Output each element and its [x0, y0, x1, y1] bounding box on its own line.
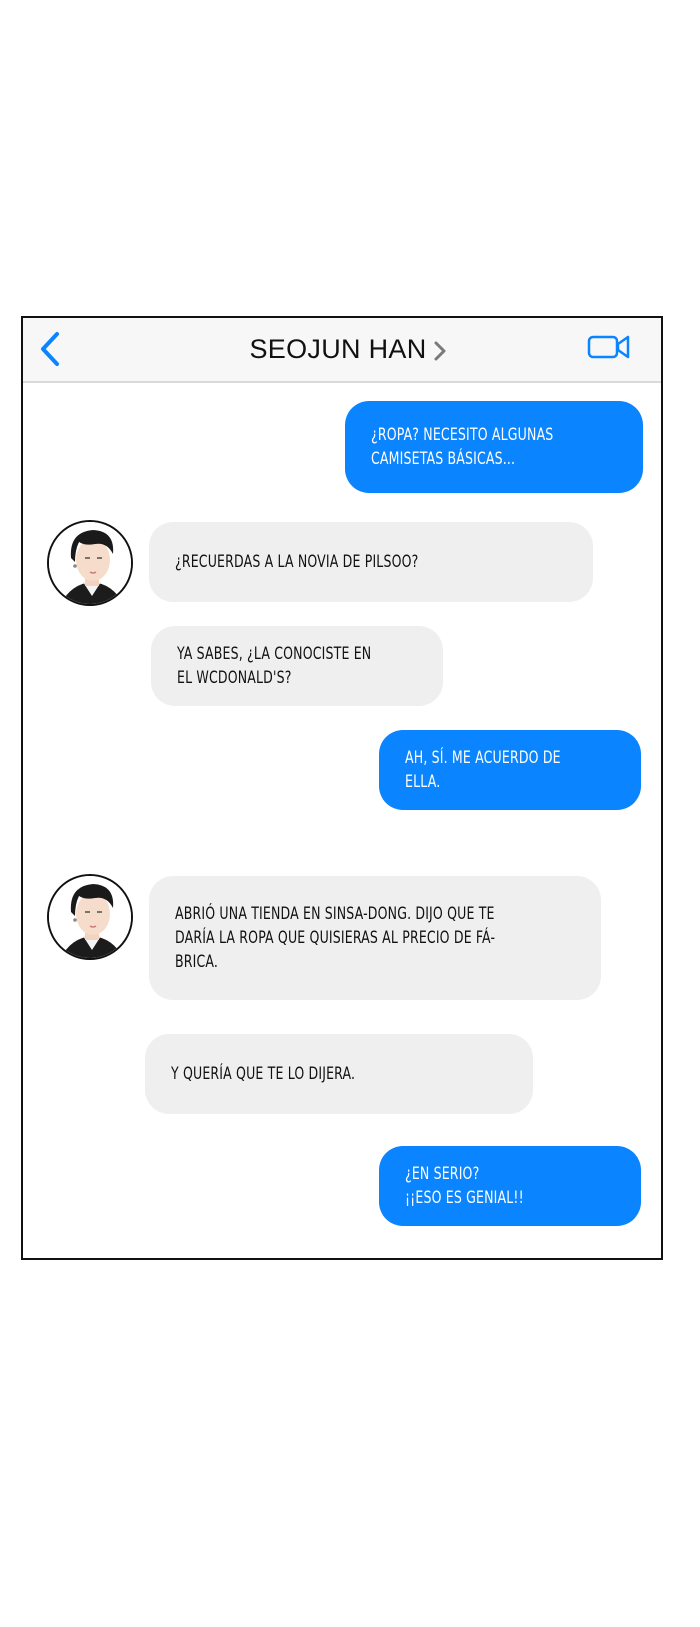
message-text: Y QUERÍA QUE TE LO DIJERA. — [171, 1064, 356, 1084]
chat-header: SEOJUN HAN — [23, 318, 661, 383]
video-camera-icon — [587, 335, 630, 359]
contact-avatar[interactable] — [47, 874, 133, 960]
message-text: ¿ROPA? NECESITO ALGUNAS CAMISETAS BÁSICA… — [371, 425, 554, 469]
received-message-bubble[interactable]: ¿RECUERDAS A LA NOVIA DE PILSOO? — [149, 522, 593, 602]
message-text: ABRIÓ UNA TIENDA EN SINSA-DONG. DIJO QUE… — [175, 904, 496, 972]
chevron-right-icon — [434, 341, 446, 360]
sent-message-bubble[interactable]: ¿ROPA? NECESITO ALGUNAS CAMISETAS BÁSICA… — [345, 401, 643, 493]
received-message-bubble[interactable]: YA SABES, ¿LA CONOCISTE EN EL WCDONALD'S… — [151, 626, 443, 706]
received-message-bubble[interactable]: ABRIÓ UNA TIENDA EN SINSA-DONG. DIJO QUE… — [149, 876, 601, 1000]
contact-title-button[interactable]: SEOJUN HAN — [23, 318, 661, 381]
message-text: YA SABES, ¿LA CONOCISTE EN EL WCDONALD'S… — [177, 644, 372, 688]
message-text: ¿RECUERDAS A LA NOVIA DE PILSOO? — [175, 552, 419, 572]
sent-message-bubble[interactable]: AH, SÍ. ME ACUERDO DE ELLA. — [379, 730, 641, 810]
avatar-image — [49, 522, 131, 604]
contact-name: SEOJUN HAN — [249, 334, 427, 364]
contact-avatar[interactable] — [47, 520, 133, 606]
chat-window: SEOJUN HAN ¿ROPA? NECESITO ALGUNAS CAMIS… — [21, 316, 663, 1260]
message-text: ¿EN SERIO? ¡¡ESO ES GENIAL!! — [405, 1164, 524, 1208]
video-call-button[interactable] — [587, 332, 631, 362]
message-text: AH, SÍ. ME ACUERDO DE ELLA. — [405, 748, 561, 792]
sent-message-bubble[interactable]: ¿EN SERIO? ¡¡ESO ES GENIAL!! — [379, 1146, 641, 1226]
received-message-bubble[interactable]: Y QUERÍA QUE TE LO DIJERA. — [145, 1034, 533, 1114]
avatar-image — [49, 876, 131, 958]
